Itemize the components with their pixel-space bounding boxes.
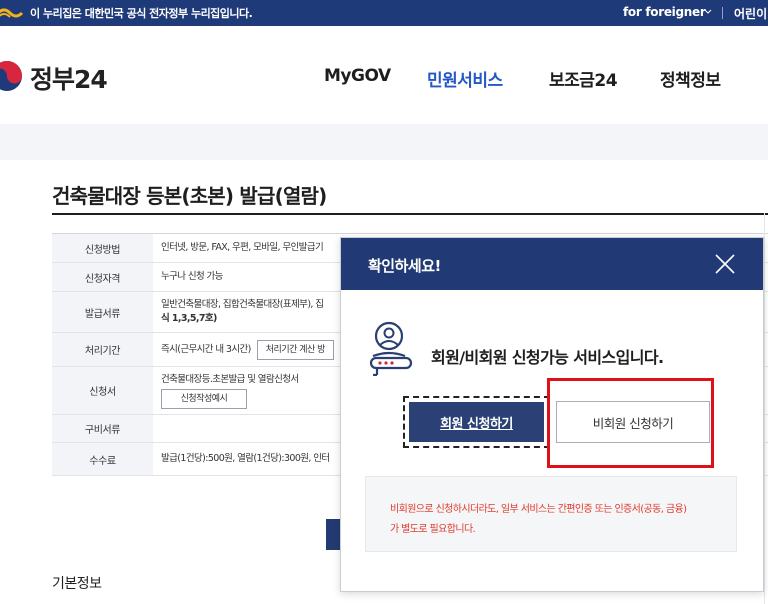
chevron-down-icon[interactable] <box>704 8 712 16</box>
confirm-modal: 확인하세요! 회원/비회원 신청가능 서비스입니다. 회원 신청하기 비회원 신… <box>340 237 764 592</box>
nav-mygov[interactable]: MyGOV <box>324 66 391 86</box>
basic-info-heading: 기본정보 <box>52 576 102 592</box>
title-divider <box>52 213 768 215</box>
row-value: 즉시(근무시간 내 3시간) <box>161 343 251 355</box>
member-button-focus-ring: 회원 신청하기 <box>403 396 550 448</box>
gov-banner: 이 누리집은 대한민국 공식 전자정부 누리집입니다. for foreigne… <box>0 0 768 26</box>
gov-notice: 이 누리집은 대한민국 공식 전자정부 누리집입니다. <box>30 7 253 20</box>
guest-apply-button[interactable]: 비회원 신청하기 <box>556 401 710 443</box>
site-logo-text[interactable]: 정부24 <box>30 60 108 96</box>
row-label: 신청자격 <box>52 263 153 291</box>
for-foreigner-link[interactable]: for foreigner <box>623 5 706 19</box>
row-label: 신청방법 <box>52 234 153 262</box>
row-label: 신청서 <box>52 367 153 414</box>
row-label: 처리기간 <box>52 333 153 366</box>
divider <box>722 7 723 19</box>
taegeuk-logo-icon[interactable] <box>0 59 24 93</box>
nav-policy-info[interactable]: 정책정보 <box>660 66 721 91</box>
page-title: 건축물대장 등본(초본) 발급(열람) <box>52 184 327 208</box>
member-apply-button[interactable]: 회원 신청하기 <box>409 402 544 442</box>
modal-notice: 비회원으로 신청하시더라도, 일부 서비스는 간편인증 또는 인증서(공동, 금… <box>365 476 737 552</box>
modal-header: 확인하세요! <box>341 238 763 290</box>
site-header: 정부24 MyGOV 민원서비스 보조금24 정책정보 <box>0 26 768 124</box>
nav-subsidy24[interactable]: 보조금24 <box>549 66 618 91</box>
application-sample-button[interactable]: 신청작성예시 <box>161 388 247 409</box>
modal-message: 회원/비회원 신청가능 서비스입니다. <box>431 348 664 367</box>
gov-mark-icon <box>0 8 24 18</box>
notice-line: 비회원으로 신청하시더라도, 일부 서비스는 간편인증 또는 인증서(공동, 금… <box>390 504 687 515</box>
row-label: 수수료 <box>52 443 153 475</box>
notice-line: 가 별도로 필요합니다. <box>390 524 476 535</box>
row-label: 발급서류 <box>52 292 153 332</box>
breadcrumb-band <box>0 124 768 160</box>
kids-link[interactable]: 어린이 <box>734 5 767 22</box>
processing-period-calc-button[interactable]: 처리기간 계산 방 <box>256 339 334 360</box>
close-icon[interactable] <box>713 252 737 276</box>
member-user-icon <box>369 321 413 376</box>
content-edge <box>764 213 765 604</box>
row-label: 구비서류 <box>52 415 153 442</box>
modal-title: 확인하세요! <box>368 257 441 275</box>
nav-civil-service[interactable]: 민원서비스 <box>427 66 503 91</box>
